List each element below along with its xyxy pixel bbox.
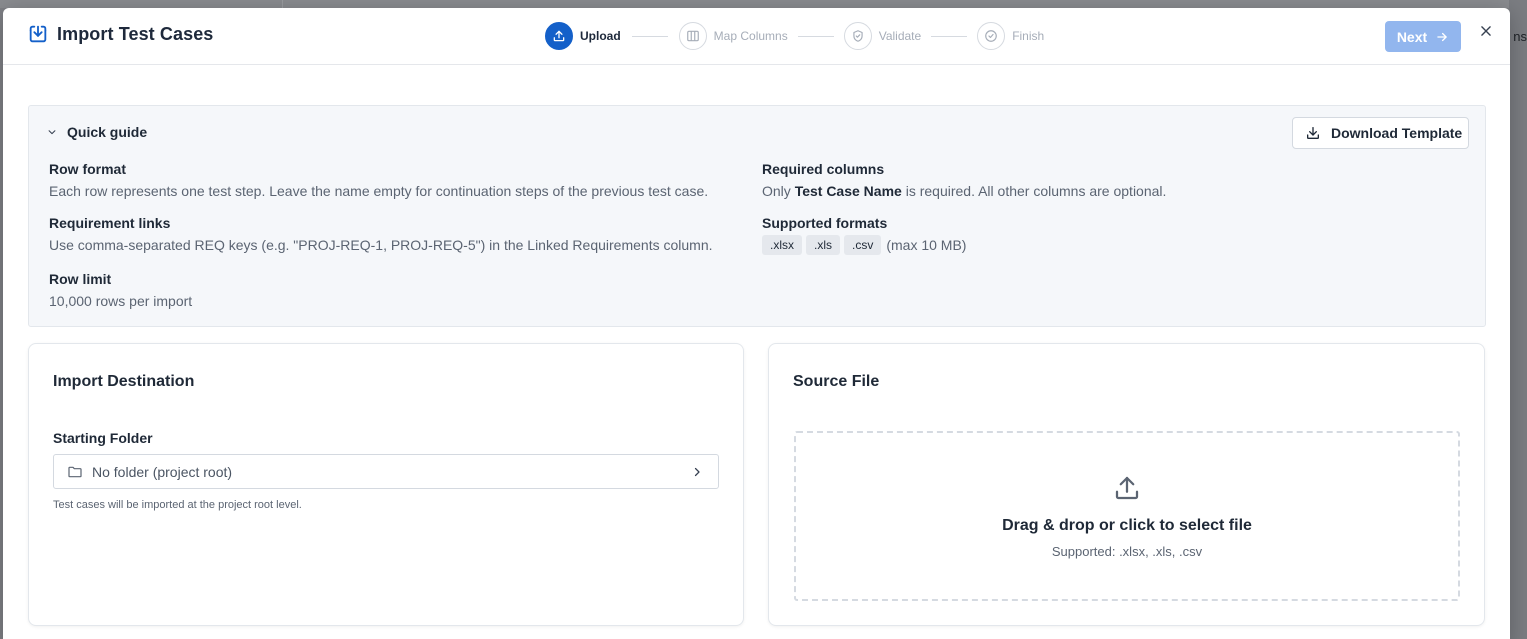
download-icon xyxy=(1307,127,1319,139)
required-columns-label: Required columns xyxy=(762,161,885,177)
folder-icon xyxy=(68,466,82,477)
dropzone-title: Drag & drop or click to select file xyxy=(1002,517,1252,534)
starting-folder-value: No folder (project root) xyxy=(92,463,233,480)
check-circle-step-icon xyxy=(977,22,1006,50)
import-destination-title: Import Destination xyxy=(53,373,195,390)
download-template-button[interactable]: Download Template xyxy=(1292,117,1469,149)
step-connector xyxy=(797,35,834,37)
step-validate: Validate xyxy=(843,22,922,50)
format-chip: .xlsx xyxy=(762,235,802,255)
step-label-map-columns: Map Columns xyxy=(713,29,788,43)
source-file-card: Source File Drag & drop or click to sele… xyxy=(768,343,1485,626)
backdrop-right-text: ns xyxy=(1513,29,1527,44)
import-destination-card: Import Destination Starting Folder No fo… xyxy=(28,343,744,626)
required-columns-text: Only Test Case Name is required. All oth… xyxy=(762,183,1166,199)
required-columns-text-after: is required. All other columns are optio… xyxy=(901,183,1167,199)
starting-folder-picker[interactable]: No folder (project root) xyxy=(53,454,719,489)
row-format-label: Row format xyxy=(49,161,126,177)
chevron-right-icon xyxy=(694,467,700,477)
format-chip: .csv xyxy=(844,235,882,255)
shield-step-icon xyxy=(843,22,872,50)
step-label-finish: Finish xyxy=(1012,29,1045,43)
source-file-title: Source File xyxy=(793,373,880,390)
modal-header: Import Test Cases Upload Map Columns Val… xyxy=(3,8,1510,65)
row-limit-label: Row limit xyxy=(49,271,112,287)
supported-formats-label: Supported formats xyxy=(762,215,888,231)
starting-folder-helper: Test cases will be imported at the proje… xyxy=(53,499,302,511)
backdrop-right-edge xyxy=(1509,0,1527,639)
dropzone-subtitle: Supported: .xlsx, .xls, .csv xyxy=(1051,544,1203,559)
format-chips: .xlsx .xls .csv (max 10 MB) xyxy=(762,235,966,255)
modal-title-wrap: Import Test Cases xyxy=(27,23,213,45)
modal-title: Import Test Cases xyxy=(57,23,214,44)
row-limit-text: 10,000 rows per import xyxy=(49,293,193,309)
format-chip: .xls xyxy=(806,235,840,255)
next-button[interactable]: Next xyxy=(1385,21,1461,52)
stepper: Upload Map Columns Validate Finish xyxy=(545,22,1044,50)
chevron-down-icon xyxy=(48,130,56,135)
requirement-links-label: Requirement links xyxy=(49,215,171,231)
step-connector xyxy=(931,35,968,37)
backdrop-divider xyxy=(282,0,283,8)
download-template-label: Download Template xyxy=(1331,125,1463,141)
row-format-text: Each row represents one test step. Leave… xyxy=(49,183,709,199)
backdrop-topbar xyxy=(0,0,1527,8)
step-connector xyxy=(631,35,668,37)
step-finish: Finish xyxy=(977,22,1044,50)
columns-step-icon xyxy=(678,22,707,50)
starting-folder-label: Starting Folder xyxy=(53,430,153,446)
max-size-note: (max 10 MB) xyxy=(886,237,967,253)
step-upload: Upload xyxy=(545,22,621,50)
step-label-upload: Upload xyxy=(580,29,621,43)
close-icon[interactable] xyxy=(1479,24,1493,38)
required-columns-bold: Test Case Name xyxy=(794,183,902,199)
import-icon xyxy=(29,25,47,43)
next-button-label: Next xyxy=(1396,28,1428,45)
required-columns-text-before: Only xyxy=(762,183,795,199)
file-dropzone[interactable]: Drag & drop or click to select file Supp… xyxy=(794,431,1460,601)
upload-step-icon xyxy=(545,22,573,50)
import-modal: Import Test Cases Upload Map Columns Val… xyxy=(3,8,1510,639)
quick-guide-panel: Quick guide Download Template Row format… xyxy=(28,105,1486,327)
step-map-columns: Map Columns xyxy=(678,22,788,50)
quick-guide-title: Quick guide xyxy=(67,124,148,140)
requirement-links-text: Use comma-separated REQ keys (e.g. "PROJ… xyxy=(49,237,713,253)
upload-icon xyxy=(1115,476,1139,500)
arrow-right-icon xyxy=(1437,32,1447,41)
step-label-validate: Validate xyxy=(878,29,922,43)
quick-guide-toggle[interactable]: Quick guide xyxy=(47,124,147,140)
